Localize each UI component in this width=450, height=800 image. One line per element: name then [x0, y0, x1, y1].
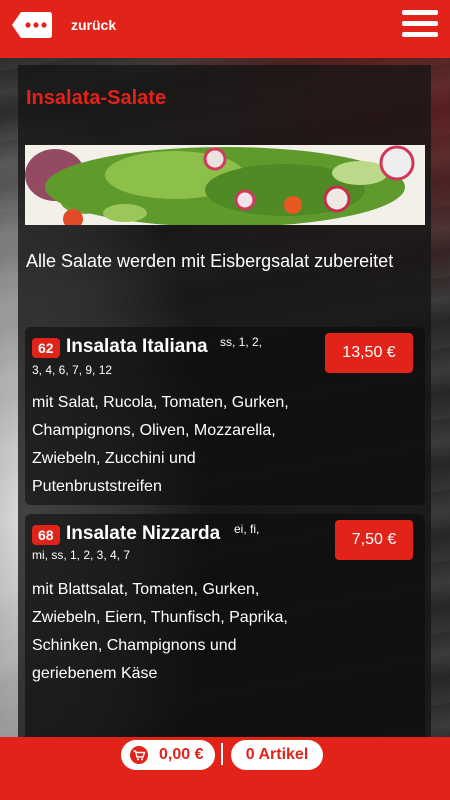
- item-name: Insalate Nizzarda: [66, 523, 221, 544]
- cart-footer: 0,00 € 0 Artikel: [0, 737, 450, 800]
- article-count: 0 Artikel: [245, 746, 309, 763]
- item-description: mit Blattsalat, Tomaten, Gurken, Zwiebel…: [32, 581, 288, 682]
- item-allergens: 3, 4, 6, 7, 9, 12: [32, 363, 113, 377]
- item-allergens: ss, 1, 2,: [220, 335, 263, 349]
- article-count-button[interactable]: 0 Artikel: [231, 740, 323, 770]
- menu-item-card[interactable]: 62 Insalata Italiana ss, 1, 2, 3, 4, 6, …: [25, 327, 425, 505]
- item-description: mit Salat, Rucola, Tomaten, Gurken, Cham…: [32, 394, 289, 495]
- cart-total-button[interactable]: 0,00 €: [121, 740, 215, 770]
- back-label[interactable]: zurück: [71, 17, 116, 33]
- cart-total: 0,00 €: [159, 746, 204, 763]
- hamburger-menu-icon[interactable]: [402, 10, 438, 42]
- item-allergens: ei, fi,: [234, 522, 260, 536]
- item-number-badge: 68: [32, 525, 60, 545]
- add-to-cart-price-button[interactable]: 13,50 €: [325, 333, 413, 373]
- menu-panel: Insalata-Salate Alle Salate werden mit E…: [18, 65, 431, 737]
- item-allergens: mi, ss, 1, 2, 3, 4, 7: [32, 548, 131, 562]
- item-name: Insalata Italiana: [66, 336, 208, 357]
- menu-item-card[interactable]: 68 Insalate Nizzarda ei, fi, mi, ss, 1, …: [25, 514, 425, 737]
- category-description: Alle Salate werden mit Eisbergsalat zube…: [26, 251, 394, 271]
- add-to-cart-price-button[interactable]: 7,50 €: [335, 520, 413, 560]
- top-bar: zurück: [0, 0, 450, 58]
- category-title: Insalata-Salate: [26, 87, 167, 109]
- shopping-cart-icon: [130, 746, 148, 764]
- salad-banner-image: [25, 145, 425, 225]
- divider: [221, 743, 223, 765]
- back-button[interactable]: [11, 10, 53, 40]
- speech-bubble-back-icon: [12, 12, 52, 38]
- item-number-badge: 62: [32, 338, 60, 358]
